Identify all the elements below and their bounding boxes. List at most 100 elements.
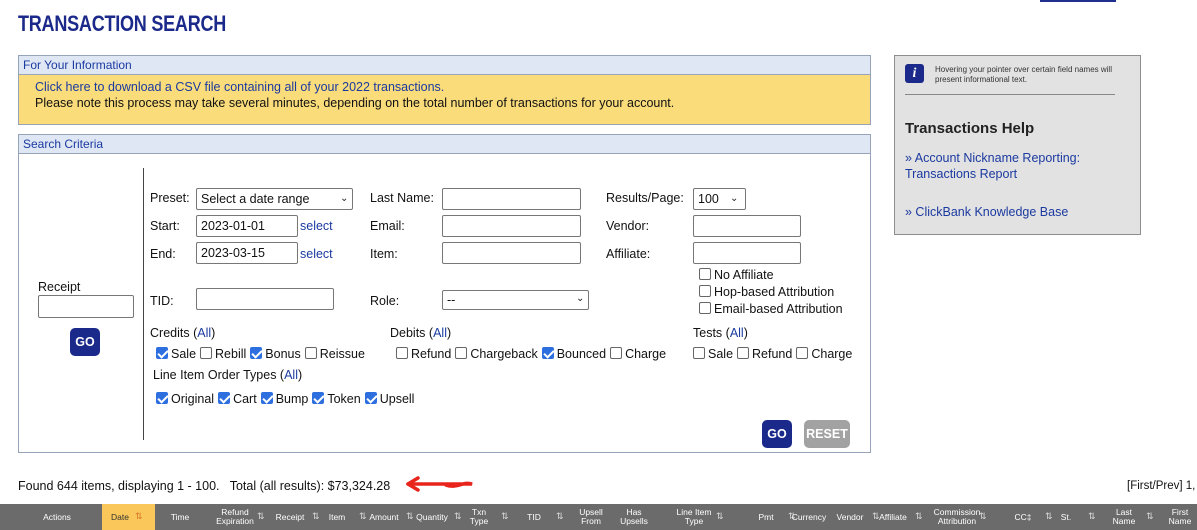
credits-paren: ) — [211, 326, 216, 340]
search-panel-body: Receipt GO Preset: Select a date range ⌄… — [18, 154, 871, 453]
help-divider — [905, 94, 1115, 95]
email-attribution-option[interactable]: Email-based Attribution — [699, 301, 843, 318]
help-title: Transactions Help — [905, 120, 1035, 137]
no-affiliate-text: No Affiliate — [714, 268, 774, 282]
search-panel-header: Search Criteria — [18, 134, 871, 154]
line_items-option-upsell[interactable]: Upsell — [364, 392, 414, 406]
debits-checkbox-chargeback[interactable] — [455, 347, 468, 359]
email-attribution-checkbox[interactable] — [699, 302, 711, 314]
role-select[interactable]: -- — [442, 290, 589, 310]
tests-option-charge[interactable]: Charge — [796, 347, 852, 361]
results-per-page-select[interactable]: 100 — [693, 188, 746, 210]
vertical-divider — [143, 168, 144, 440]
line_items-checkbox-token[interactable] — [312, 392, 325, 404]
role-label: Role: — [370, 294, 400, 308]
results-per-page-label: Results/Page: — [606, 191, 684, 205]
credits-checkbox-sale[interactable] — [156, 347, 168, 359]
line_items-option-bump[interactable]: Bump — [260, 392, 309, 406]
info-panel: For Your Information Click here to downl… — [18, 55, 871, 125]
line_items-option-original[interactable]: Original — [156, 392, 214, 406]
email-input[interactable] — [442, 215, 581, 237]
line_items-option-label: Original — [171, 392, 215, 406]
line_items-option-cart[interactable]: Cart — [218, 392, 257, 406]
end-date-input[interactable] — [196, 242, 298, 264]
tests-option-refund[interactable]: Refund — [737, 347, 792, 361]
credits-option-reissue[interactable]: Reissue — [304, 347, 365, 361]
debits-all-link[interactable]: All — [433, 326, 447, 340]
tests-paren: ) — [743, 326, 748, 340]
line-item-paren: ) — [297, 368, 303, 382]
receipt-go-button[interactable]: GO — [70, 328, 100, 356]
line-item-all-link[interactable]: All — [284, 368, 298, 382]
line_items-option-label: Bump — [275, 392, 309, 406]
tests-checkbox-refund[interactable] — [737, 347, 750, 359]
tid-label: TID: — [150, 294, 174, 308]
tests-checkbox-charge[interactable] — [796, 347, 809, 359]
credits-option-rebill[interactable]: Rebill — [200, 347, 246, 361]
receipt-label: Receipt — [38, 280, 81, 294]
column-header-first-name[interactable]: First Name — [1140, 508, 1197, 526]
credits-option-label: Rebill — [215, 347, 247, 361]
debits-checkbox-bounced[interactable] — [541, 347, 554, 359]
search-go-button[interactable]: GO — [762, 420, 792, 448]
attribution-options: No Affiliate Hop-based Attribution Email… — [699, 267, 843, 318]
debits-option-charge[interactable]: Charge — [610, 347, 666, 361]
line-item-checkboxes: Original Cart Bump Token Upsell — [156, 392, 418, 406]
results-table-header: Actions Date ⇅ Time Refund Expiration ⇅ Receipt… — [0, 504, 1197, 530]
credits-checkbox-reissue[interactable] — [304, 347, 317, 359]
preset-label: Preset: — [150, 191, 190, 205]
credits-checkbox-rebill[interactable] — [200, 347, 213, 359]
hop-attribution-checkbox[interactable] — [699, 285, 711, 297]
email-label: Email: — [370, 219, 405, 233]
start-date-input[interactable] — [196, 215, 298, 237]
credits-checkbox-bonus[interactable] — [250, 347, 263, 359]
debits-option-chargeback[interactable]: Chargeback — [455, 347, 538, 361]
line_items-option-token[interactable]: Token — [312, 392, 361, 406]
debits-checkbox-charge[interactable] — [610, 347, 623, 359]
debits-option-label: Chargeback — [470, 347, 538, 361]
line_items-checkbox-upsell[interactable] — [364, 392, 377, 404]
debits-option-refund[interactable]: Refund — [396, 347, 451, 361]
tid-input[interactable] — [196, 288, 334, 310]
sort-icon[interactable]: ⇅ — [716, 512, 724, 521]
hop-attribution-option[interactable]: Hop-based Attribution — [699, 284, 843, 301]
end-date-select-link[interactable]: select — [300, 247, 333, 261]
tests-all-link[interactable]: All — [730, 326, 744, 340]
line_items-checkbox-original[interactable] — [156, 392, 168, 404]
nickname-reporting-link[interactable]: » Account Nickname Reporting: Transactio… — [905, 150, 1125, 182]
credits-option-sale[interactable]: Sale — [156, 347, 196, 361]
no-affiliate-checkbox[interactable] — [699, 268, 711, 280]
debits-option-label: Charge — [625, 347, 667, 361]
affiliate-label: Affiliate: — [606, 247, 651, 261]
start-date-select-link[interactable]: select — [300, 219, 333, 233]
reset-button[interactable]: RESET — [804, 420, 850, 448]
last-name-input[interactable] — [442, 188, 581, 210]
tests-option-sale[interactable]: Sale — [693, 347, 733, 361]
search-criteria-panel: Search Criteria Receipt GO Preset: Selec… — [18, 134, 871, 453]
credits-all-link[interactable]: All — [197, 326, 211, 340]
csv-download-link[interactable]: Click here to download a CSV file contai… — [35, 80, 444, 94]
line_items-checkbox-bump[interactable] — [260, 392, 273, 404]
vendor-input[interactable] — [693, 215, 801, 237]
item-input[interactable] — [442, 242, 581, 264]
tests-label: Tests ( — [693, 326, 730, 340]
line_items-checkbox-cart[interactable] — [218, 392, 231, 404]
end-label: End: — [150, 247, 176, 261]
tests-checkbox-sale[interactable] — [693, 347, 705, 359]
email-attribution-text: Email-based Attribution — [714, 302, 843, 316]
receipt-input[interactable] — [38, 295, 134, 318]
credits-option-bonus[interactable]: Bonus — [250, 347, 301, 361]
item-label: Item: — [370, 247, 398, 261]
no-affiliate-option[interactable]: No Affiliate — [699, 267, 843, 284]
credits-option-label: Bonus — [265, 347, 301, 361]
line-item-label: Line Item Order Types ( — [153, 368, 285, 382]
debits-checkbox-refund[interactable] — [396, 347, 408, 359]
affiliate-input[interactable] — [693, 242, 801, 264]
line_items-option-label: Cart — [233, 392, 257, 406]
pagination[interactable]: [First/Prev] 1, — [1127, 480, 1195, 492]
debits-option-bounced[interactable]: Bounced — [541, 347, 606, 361]
credits-heading: Credits (All) — [150, 326, 215, 340]
knowledge-base-link[interactable]: » ClickBank Knowledge Base — [905, 205, 1068, 219]
tests-option-label: Refund — [752, 347, 793, 361]
preset-select[interactable]: Select a date range — [196, 188, 353, 210]
